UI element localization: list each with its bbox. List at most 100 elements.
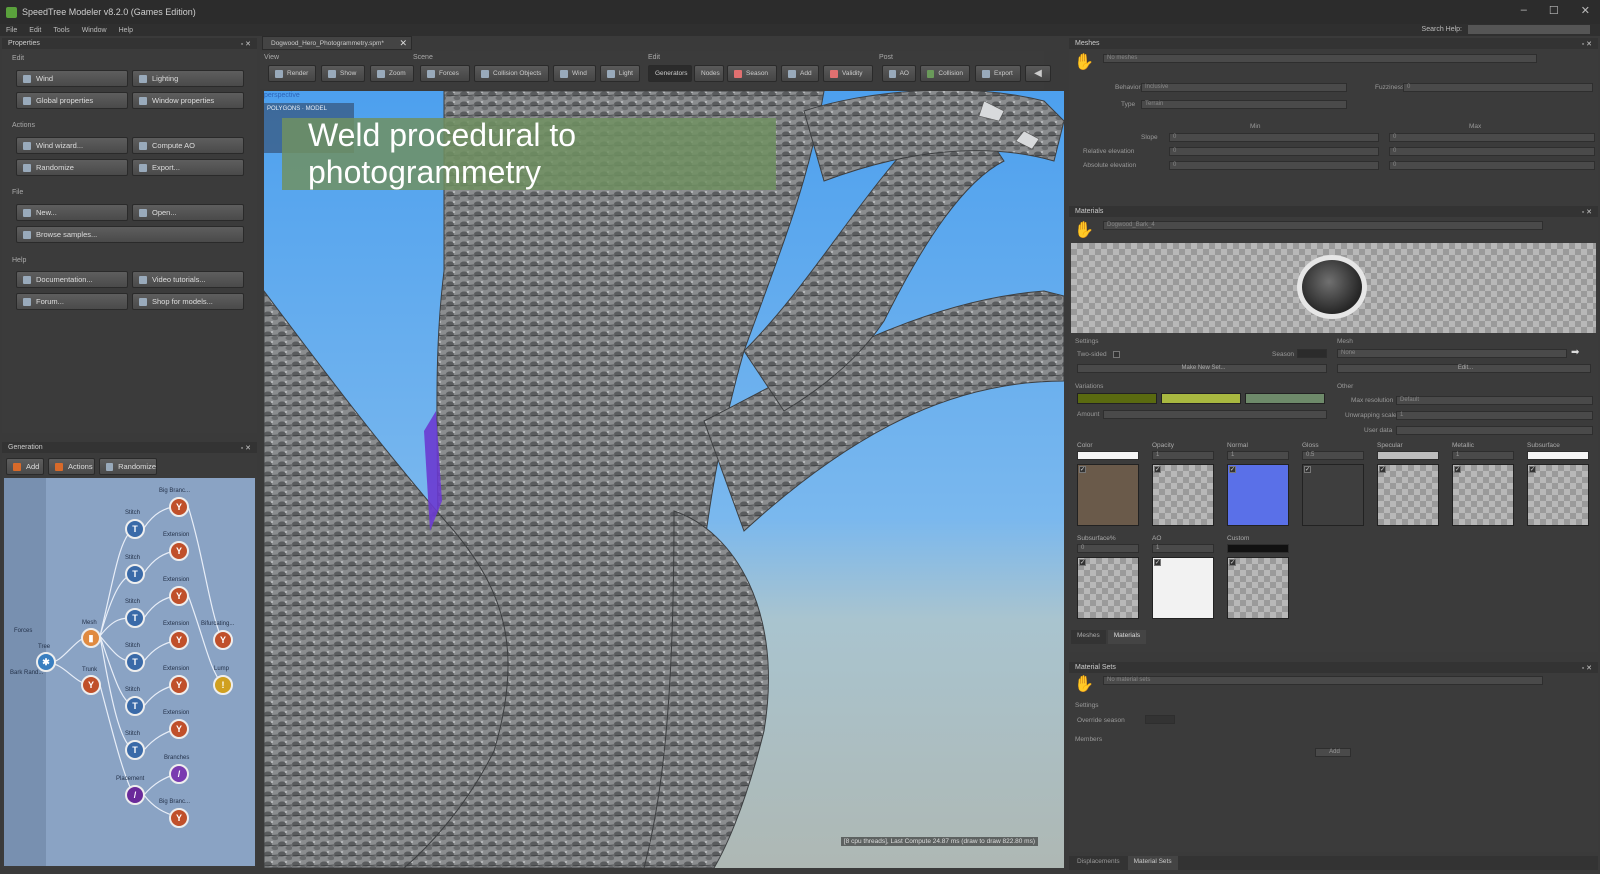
type-select[interactable]: Terrain	[1141, 100, 1347, 109]
tab-meshes[interactable]: Meshes	[1071, 630, 1106, 644]
slot-value-field[interactable]	[1227, 544, 1289, 553]
tree-node[interactable]: ✱	[36, 652, 56, 672]
documentation-button[interactable]: Documentation...	[16, 271, 128, 288]
shop-models-button[interactable]: Shop for models...	[132, 293, 244, 310]
add-member-button[interactable]: Add	[1315, 748, 1351, 757]
menu-tools[interactable]: Tools	[53, 27, 69, 34]
panel-float-close-icon[interactable]: ▫ ✕	[1582, 40, 1592, 48]
camera-label[interactable]: perspective	[264, 92, 300, 99]
collision-objects-button[interactable]: Collision Objects	[474, 65, 549, 82]
slope-min-field[interactable]: 0	[1169, 133, 1379, 142]
meshes-select[interactable]: No meshes	[1103, 54, 1537, 63]
wind-button[interactable]: Wind	[16, 70, 128, 87]
global-properties-button[interactable]: Global properties	[16, 92, 128, 109]
slot-enable-checkbox[interactable]: ✓	[1229, 466, 1236, 473]
menu-window[interactable]: Window	[82, 27, 107, 34]
add-generator-button[interactable]: Add	[6, 458, 44, 475]
slot-value-field[interactable]: 1	[1152, 451, 1214, 460]
slot-enable-checkbox[interactable]: ✓	[1079, 559, 1086, 566]
validity-button[interactable]: Validity	[823, 65, 873, 82]
stitch-node[interactable]: T	[125, 608, 145, 628]
slot-texture-thumbnail[interactable]	[1077, 557, 1139, 619]
3d-viewport[interactable]: perspective POLYGONS · MODEL Weld proced…	[264, 91, 1064, 868]
amount-slider[interactable]	[1103, 410, 1327, 419]
grab-hand-icon[interactable]: ✋	[1073, 220, 1095, 242]
node-graph[interactable]: Forces Bark Rand... ✱ Tree ▮ Mesh Y Trun…	[4, 478, 255, 866]
slot-texture-thumbnail[interactable]	[1302, 464, 1364, 526]
window-properties-button[interactable]: Window properties	[132, 92, 244, 109]
new-file-button[interactable]: New...	[16, 204, 128, 221]
maximize-button[interactable]: ☐	[1549, 4, 1559, 17]
slot-enable-checkbox[interactable]: ✓	[1229, 559, 1236, 566]
browse-samples-button[interactable]: Browse samples...	[16, 226, 244, 243]
menu-file[interactable]: File	[6, 27, 17, 34]
material-sets-select[interactable]: No material sets	[1103, 676, 1543, 685]
fuzziness-field[interactable]: 0	[1403, 83, 1593, 92]
menu-help[interactable]: Help	[119, 27, 133, 34]
absolute-elevation-min-field[interactable]: 0	[1169, 161, 1379, 170]
season-button[interactable]: Season	[727, 65, 777, 82]
slot-value-field[interactable]	[1377, 451, 1439, 460]
grab-hand-icon[interactable]: ✋	[1073, 674, 1095, 696]
slot-texture-thumbnail[interactable]	[1152, 557, 1214, 619]
relative-elevation-max-field[interactable]: 0	[1389, 147, 1595, 156]
panel-float-close-icon[interactable]: ▫ ✕	[241, 40, 251, 48]
placement-node[interactable]: /	[125, 785, 145, 805]
trunk-node[interactable]: Y	[81, 675, 101, 695]
search-help-input[interactable]	[1468, 25, 1590, 34]
bifurcating-node[interactable]: Y	[213, 630, 233, 650]
render-button[interactable]: Render	[268, 65, 316, 82]
panel-float-close-icon[interactable]: ▫ ✕	[1582, 664, 1592, 672]
big-branches-node[interactable]: Y	[169, 497, 189, 517]
stitch-node[interactable]: T	[125, 740, 145, 760]
wind-toolbar-button[interactable]: Wind	[553, 65, 596, 82]
forum-button[interactable]: Forum...	[16, 293, 128, 310]
extension-node[interactable]: Y	[169, 541, 189, 561]
extension-node[interactable]: Y	[169, 586, 189, 606]
generation-actions-button[interactable]: Actions	[48, 458, 95, 475]
big-branches-node[interactable]: Y	[169, 808, 189, 828]
stitch-node[interactable]: T	[125, 652, 145, 672]
slot-enable-checkbox[interactable]: ✓	[1154, 559, 1161, 566]
slot-enable-checkbox[interactable]: ✓	[1454, 466, 1461, 473]
forces-button[interactable]: Forces	[420, 65, 470, 82]
lighting-button[interactable]: Lighting	[132, 70, 244, 87]
export-toolbar-button[interactable]: Export	[975, 65, 1021, 82]
randomize-button[interactable]: Randomize	[16, 159, 128, 176]
lump-node[interactable]: !	[213, 675, 233, 695]
slot-texture-thumbnail[interactable]	[1227, 464, 1289, 526]
slot-value-field[interactable]: 1	[1152, 544, 1214, 553]
absolute-elevation-max-field[interactable]: 0	[1389, 161, 1595, 170]
max-resolution-select[interactable]: Default	[1396, 396, 1593, 405]
slot-value-field[interactable]: 0	[1077, 544, 1139, 553]
make-new-set-button[interactable]: Make New Set...	[1077, 364, 1327, 373]
generators-tab[interactable]: Generators	[648, 65, 692, 82]
variation-swatch-2[interactable]	[1161, 393, 1241, 404]
document-tab[interactable]: Dogwood_Hero_Photogrammetry.spm* ✕	[262, 36, 412, 50]
material-select[interactable]: Dogwood_Bark_4	[1103, 221, 1543, 230]
close-tab-icon[interactable]: ✕	[399, 38, 407, 49]
generation-randomize-button[interactable]: Randomize	[99, 458, 157, 475]
season-field[interactable]	[1297, 349, 1327, 358]
panel-float-close-icon[interactable]: ▫ ✕	[241, 444, 251, 452]
slot-texture-thumbnail[interactable]	[1527, 464, 1589, 526]
slot-texture-thumbnail[interactable]	[1227, 557, 1289, 619]
behavior-select[interactable]: Inclusive	[1141, 83, 1347, 92]
slot-value-field[interactable]: 1	[1227, 451, 1289, 460]
mesh-select[interactable]: None	[1337, 349, 1567, 358]
slot-enable-checkbox[interactable]: ✓	[1379, 466, 1386, 473]
user-data-field[interactable]	[1396, 426, 1593, 435]
two-sided-checkbox[interactable]	[1113, 351, 1120, 358]
slot-enable-checkbox[interactable]: ✓	[1304, 466, 1311, 473]
back-arrow-icon[interactable]: ◀	[1025, 65, 1051, 82]
slot-enable-checkbox[interactable]: ✓	[1079, 466, 1086, 473]
ao-button[interactable]: AO	[882, 65, 916, 82]
mesh-edit-button[interactable]: Edit...	[1337, 364, 1591, 373]
override-season-field[interactable]	[1145, 715, 1175, 724]
slot-enable-checkbox[interactable]: ✓	[1154, 466, 1161, 473]
tab-materials[interactable]: Materials	[1107, 630, 1147, 644]
tab-material-sets[interactable]: Material Sets	[1127, 856, 1178, 870]
zoom-button[interactable]: Zoom	[370, 65, 414, 82]
extension-node[interactable]: Y	[169, 675, 189, 695]
slot-texture-thumbnail[interactable]	[1377, 464, 1439, 526]
